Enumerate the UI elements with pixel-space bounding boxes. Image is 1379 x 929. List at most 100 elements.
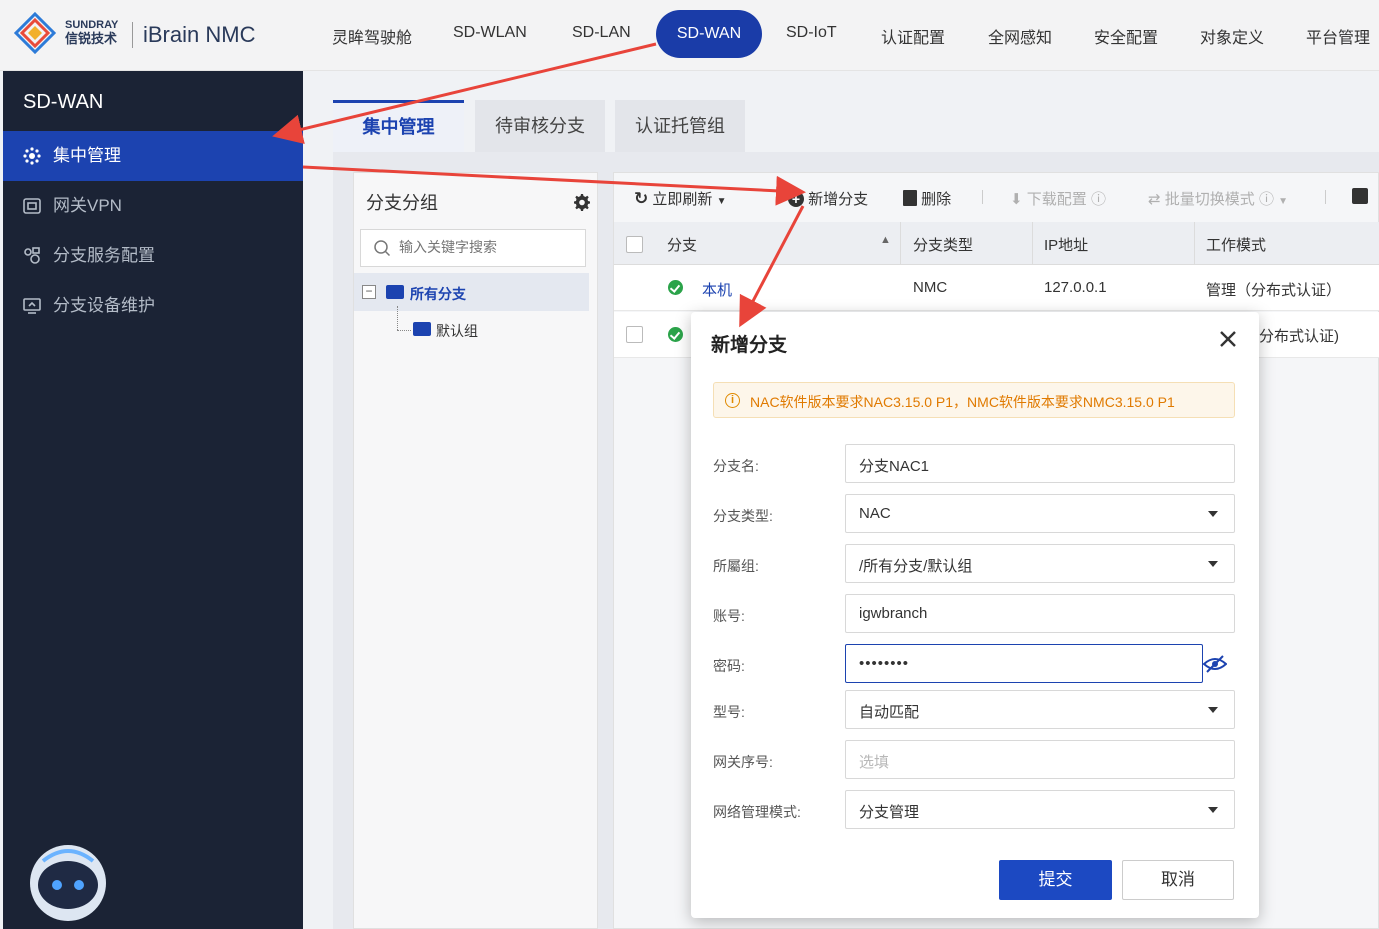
sidebar-item-label: 分支服务配置 (53, 246, 155, 265)
sidebar-item-gateway-vpn[interactable]: 网关VPN (3, 181, 303, 231)
add-branch-button[interactable]: + 新增分支 (788, 188, 868, 209)
gear-icon[interactable] (572, 193, 592, 213)
search-icon (374, 240, 391, 257)
tree-node-all-branches[interactable]: − 所有分支 (354, 273, 589, 311)
sidebar-item-label: 集中管理 (53, 146, 121, 165)
nav-network-awareness[interactable]: 全网感知 (988, 24, 1052, 48)
column-branch[interactable]: 分支 (667, 234, 697, 255)
cancel-button[interactable]: 取消 (1122, 860, 1234, 900)
branch-name-link[interactable]: 本机 (702, 279, 732, 300)
sidebar-item-branch-device-maintenance[interactable]: 分支设备维护 (3, 281, 303, 331)
status-online-icon (668, 280, 683, 295)
service-config-icon (24, 247, 40, 264)
top-navbar: SUNDRAY 信锐技术 iBrain NMC 灵眸驾驶舱 SD-WLAN SD… (0, 0, 1379, 71)
nav-object-definition[interactable]: 对象定义 (1200, 24, 1264, 48)
delete-button[interactable]: 删除 (903, 188, 951, 209)
ip-cell: 127.0.0.1 (1044, 279, 1107, 296)
model-select[interactable]: 自动匹配 (845, 690, 1235, 729)
dialog-title: 新增分支 (711, 335, 788, 356)
assistant-robot-icon[interactable] (23, 841, 113, 929)
info-icon: i (725, 393, 740, 408)
eye-hidden-icon[interactable] (1203, 654, 1227, 674)
nav-cockpit[interactable]: 灵眸驾驶舱 (332, 24, 412, 48)
tree-connector (397, 330, 411, 331)
tab-pending-branches[interactable]: 待审核分支 (475, 100, 605, 152)
tree-node-default-group[interactable]: 默认组 (413, 320, 583, 342)
column-divider (900, 222, 901, 265)
download-config-button[interactable]: ⬇ 下载配置 ⓘ (1010, 188, 1106, 209)
batch-switch-mode-button[interactable]: ⇄ 批量切换模式 ⓘ ▼ (1148, 188, 1288, 209)
table-row[interactable]: 本机 NMC 127.0.0.1 管理（分布式认证） (614, 265, 1379, 311)
password-label: 密码: (713, 658, 745, 674)
field-value: •••••••• (859, 655, 910, 672)
gateway-no-field[interactable]: 选填 (845, 740, 1235, 779)
nav-auth-config[interactable]: 认证配置 (881, 24, 945, 48)
chevron-down-icon (1208, 561, 1218, 567)
submit-button[interactable]: 提交 (999, 860, 1112, 900)
nav-sd-wlan[interactable]: SD-WLAN (453, 24, 527, 42)
search-input[interactable] (399, 239, 579, 255)
info-icon: ⓘ (1090, 191, 1106, 208)
sidebar-item-central-management[interactable]: 集中管理 (3, 131, 303, 181)
chevron-down-icon (1208, 707, 1218, 713)
nav-security-config[interactable]: 安全配置 (1094, 24, 1158, 48)
nav-sd-wan[interactable]: SD-WAN (656, 10, 762, 58)
tab-central-management[interactable]: 集中管理 (333, 100, 464, 152)
branch-type-label: 分支类型: (713, 508, 773, 524)
branch-name-field[interactable]: 分支NAC1 (845, 444, 1235, 483)
field-value: 分支管理 (859, 804, 920, 821)
version-notice: i NAC软件版本要求NAC3.15.0 P1，NMC软件版本要求NMC3.15… (713, 382, 1235, 418)
monitor-icon (23, 298, 41, 314)
gateway-no-label: 网关序号: (713, 754, 773, 770)
branch-type-cell: NMC (913, 279, 948, 296)
sidebar-item-branch-service-config[interactable]: 分支服务配置 (3, 231, 303, 281)
mgmt-mode-select[interactable]: 分支管理 (845, 790, 1235, 829)
chevron-down-icon (1208, 807, 1218, 813)
column-divider (1032, 222, 1033, 265)
column-branch-type: 分支类型 (913, 237, 974, 254)
column-work-mode: 工作模式 (1206, 237, 1267, 254)
sort-icon[interactable]: ▲ (880, 234, 891, 246)
nav-platform-management[interactable]: 平台管理 (1306, 24, 1370, 48)
sundray-logo (14, 12, 56, 54)
more-toolbar-button[interactable] (1352, 188, 1368, 208)
tab-auth-hosting-group[interactable]: 认证托管组 (615, 100, 745, 152)
account-field[interactable]: igwbranch (845, 594, 1235, 633)
notice-text: NAC软件版本要求NAC3.15.0 P1，NMC软件版本要求NMC3.15.0… (750, 394, 1175, 410)
gear-cluster-icon (23, 147, 41, 165)
account-label: 账号: (713, 608, 745, 624)
group-select[interactable]: /所有分支/默认组 (845, 544, 1235, 583)
nav-sd-lan[interactable]: SD-LAN (572, 24, 631, 42)
mgmt-mode-label: 网络管理模式: (713, 804, 801, 820)
select-all-checkbox[interactable] (626, 236, 643, 253)
folder-icon (386, 285, 404, 299)
refresh-button[interactable]: ↻ 立即刷新 ▼ (634, 188, 727, 209)
sidebar-title: SD-WAN (23, 91, 104, 113)
chevron-down-icon: ▼ (1278, 196, 1289, 207)
collapse-icon[interactable]: − (362, 285, 376, 299)
nav-sd-iot[interactable]: SD-IoT (786, 24, 837, 42)
tree-label: 所有分支 (410, 286, 466, 302)
toolbar-divider (1325, 190, 1326, 204)
work-mode-cell: 分布式认证) (1259, 328, 1339, 345)
field-value: 分支NAC1 (859, 458, 930, 475)
status-online-icon (668, 327, 683, 342)
add-branch-dialog: 新增分支 i NAC软件版本要求NAC3.15.0 P1，NMC软件版本要求NM… (691, 312, 1259, 918)
group-label: 所屬组: (713, 558, 759, 574)
toolbar-divider (982, 190, 983, 204)
switch-icon: ⇄ (1148, 191, 1161, 208)
vpn-icon (23, 198, 41, 214)
group-search[interactable] (360, 229, 586, 267)
branch-group-panel: 分支分组 − 所有分支 (353, 172, 598, 929)
close-icon[interactable] (1217, 328, 1239, 350)
column-divider (1194, 222, 1195, 265)
password-field[interactable]: •••••••• (845, 644, 1203, 683)
chevron-down-icon (1208, 511, 1218, 517)
row-checkbox[interactable] (626, 326, 643, 343)
edit-icon (1352, 188, 1368, 204)
refresh-icon: ↻ (634, 189, 649, 208)
work-mode-cell: 管理（分布式认证） (1206, 282, 1342, 299)
field-value: /所有分支/默认组 (859, 558, 973, 575)
branch-type-select[interactable]: NAC (845, 494, 1235, 533)
chevron-down-icon: ▼ (716, 196, 727, 207)
